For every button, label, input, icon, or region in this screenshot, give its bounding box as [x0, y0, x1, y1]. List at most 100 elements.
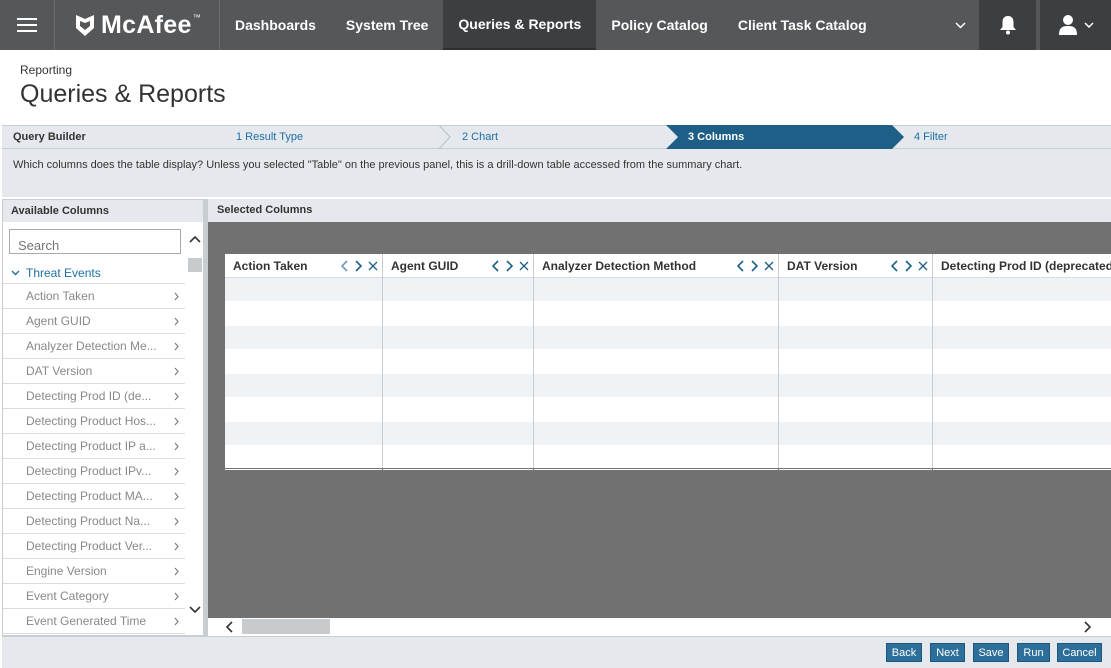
list-item[interactable]: Detecting Product IP a... [3, 434, 185, 459]
table-row [225, 350, 382, 374]
list-item-label: Detecting Product Na... [26, 514, 151, 528]
list-item[interactable]: Detecting Product MA... [3, 484, 185, 509]
move-right-icon[interactable] [505, 259, 514, 272]
horizontal-scrollbar[interactable] [208, 618, 1111, 635]
user-menu[interactable] [1040, 0, 1111, 50]
group-threat-events[interactable]: Threat Events [3, 262, 185, 284]
nav-tab-dashboards[interactable]: Dashboards [220, 0, 331, 50]
user-icon [1058, 15, 1077, 35]
table-column: DAT Version [779, 254, 933, 470]
selected-columns-table: Action Taken Agent GUID Analyzer Detecti… [225, 254, 1111, 470]
column-header[interactable]: Detecting Prod ID (deprecated) [933, 254, 1111, 278]
list-item[interactable]: DAT Version [3, 359, 185, 384]
run-button[interactable]: Run [1017, 643, 1050, 662]
move-left-icon[interactable] [491, 259, 500, 272]
nav-tab-system-tree[interactable]: System Tree [331, 0, 444, 50]
column-header-label: Agent GUID [391, 258, 459, 273]
list-item-label: Engine Version [26, 564, 107, 578]
wizard-step-chart[interactable]: 2 Chart [462, 126, 498, 148]
notification-bell-icon[interactable] [979, 0, 1036, 50]
vertical-scrollbar[interactable] [187, 233, 203, 625]
table-column: Agent GUID [383, 254, 534, 470]
scroll-right-icon[interactable] [1084, 621, 1092, 633]
table-row [933, 422, 1111, 446]
list-item[interactable]: Detecting Product Hos... [3, 409, 185, 434]
wizard-step-columns[interactable]: 3 Columns [666, 125, 906, 149]
list-item-label: Event Category [26, 589, 109, 603]
table-row [225, 302, 382, 326]
list-item[interactable]: Analyzer Detection Me... [3, 334, 185, 359]
table-row [383, 302, 533, 326]
mcafee-logo[interactable]: McAfee ™ [55, 0, 219, 50]
list-item[interactable]: Detecting Prod ID (de... [3, 384, 185, 409]
main-nav-tabs: Dashboards System Tree Queries & Reports… [220, 0, 882, 50]
move-left-icon[interactable] [736, 259, 745, 272]
remove-column-icon[interactable] [918, 261, 928, 271]
wizard-step-result-type[interactable]: 1 Result Type [236, 126, 303, 148]
scroll-up-icon[interactable] [189, 235, 201, 243]
table-row [534, 446, 778, 470]
remove-column-icon[interactable] [519, 261, 529, 271]
breadcrumb[interactable]: Reporting [20, 63, 72, 77]
group-label: Threat Events [26, 265, 101, 280]
list-item[interactable]: Agent GUID [3, 309, 185, 334]
instructions-text: Which columns does the table display? Un… [13, 159, 743, 171]
table-row [383, 422, 533, 446]
chevron-right-icon [174, 517, 179, 525]
save-button[interactable]: Save [973, 643, 1009, 662]
query-builder-wizard: Query Builder 1 Result Type 2 Chart 3 Co… [2, 125, 1111, 149]
list-item[interactable]: Detecting Product Na... [3, 509, 185, 534]
shield-logo-icon [76, 14, 94, 36]
list-item[interactable]: Action Taken [3, 284, 185, 309]
move-right-icon[interactable] [904, 259, 913, 272]
column-header[interactable]: DAT Version [779, 254, 932, 278]
table-row [779, 422, 932, 446]
selected-columns-area: Action Taken Agent GUID Analyzer Detecti… [208, 222, 1111, 618]
chevron-down-icon[interactable] [945, 0, 975, 50]
table-row [225, 278, 382, 302]
back-button[interactable]: Back [886, 643, 922, 662]
next-button[interactable]: Next [930, 643, 965, 662]
table-row [779, 350, 932, 374]
remove-column-icon[interactable] [368, 261, 378, 271]
chevron-right-icon [174, 467, 179, 475]
move-right-icon[interactable] [354, 259, 363, 272]
move-right-icon[interactable] [750, 259, 759, 272]
column-header[interactable]: Agent GUID [383, 254, 533, 278]
table-row [383, 446, 533, 470]
list-item[interactable]: Detecting Product IPv... [3, 459, 185, 484]
table-row [779, 278, 932, 302]
column-header[interactable]: Analyzer Detection Method [534, 254, 778, 278]
list-item-label: Detecting Product IPv... [26, 464, 152, 478]
table-row [225, 446, 382, 470]
table-row [225, 326, 382, 350]
chevron-down-icon [1083, 22, 1094, 28]
scroll-down-icon[interactable] [189, 606, 201, 614]
nav-tab-policy-catalog[interactable]: Policy Catalog [596, 0, 722, 50]
nav-tab-client-task-catalog[interactable]: Client Task Catalog [723, 0, 882, 50]
table-row [534, 326, 778, 350]
wizard-title: Query Builder [13, 131, 86, 143]
move-left-icon[interactable] [890, 259, 899, 272]
list-item[interactable]: Event Generated Time [3, 609, 185, 634]
chevron-right-icon [174, 592, 179, 600]
table-row [779, 374, 932, 398]
list-item[interactable]: Engine Version [3, 559, 185, 584]
table-row [933, 398, 1111, 422]
page-title: Queries & Reports [20, 80, 226, 108]
chevron-right-icon [174, 417, 179, 425]
list-item[interactable]: Detecting Product Ver... [3, 534, 185, 559]
column-header[interactable]: Action Taken [225, 254, 382, 278]
chevron-right-icon [174, 617, 179, 625]
wizard-step-filter[interactable]: 4 Filter [914, 126, 948, 148]
remove-column-icon[interactable] [764, 261, 774, 271]
scrollbar-thumb[interactable] [242, 619, 330, 634]
list-item[interactable]: Event Category [3, 584, 185, 609]
search-input[interactable] [9, 229, 181, 254]
move-left-icon[interactable] [340, 259, 349, 272]
cancel-button[interactable]: Cancel [1057, 643, 1102, 662]
menu-icon[interactable] [0, 0, 54, 50]
nav-tab-queries-reports[interactable]: Queries & Reports [443, 0, 597, 50]
scrollbar-thumb[interactable] [188, 258, 202, 272]
scroll-left-icon[interactable] [225, 621, 233, 633]
